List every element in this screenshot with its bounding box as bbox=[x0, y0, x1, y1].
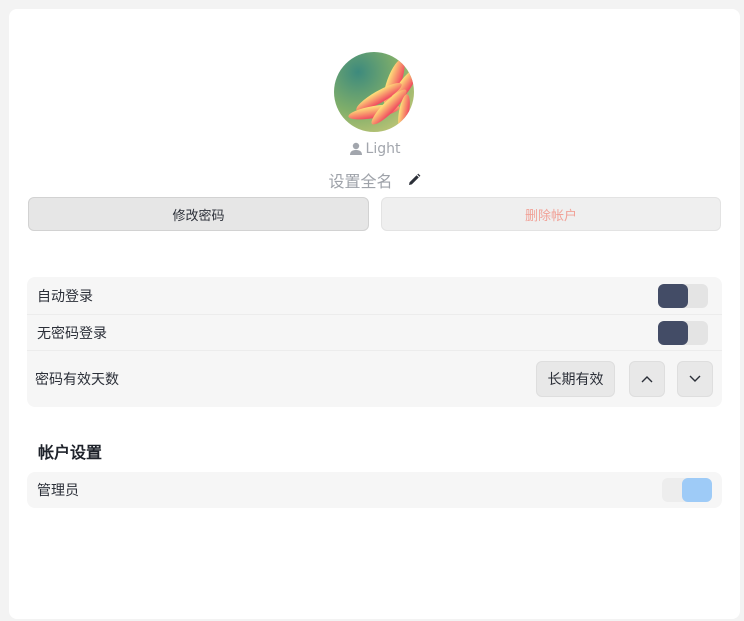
chevron-up-icon bbox=[641, 376, 653, 383]
admin-label: 管理员 bbox=[37, 483, 79, 499]
toggle-knob bbox=[682, 478, 712, 502]
account-panel: Light 设置全名 修改密码 删除帐户 自动登录 无密码登录 密码有效天数 长… bbox=[9, 9, 740, 619]
auto-login-row: 自动登录 bbox=[27, 277, 722, 314]
fullname-placeholder[interactable]: 设置全名 bbox=[328, 168, 392, 192]
passwordless-login-row: 无密码登录 bbox=[27, 314, 722, 350]
avatar[interactable] bbox=[334, 52, 414, 132]
username-row: Light bbox=[9, 138, 740, 160]
pencil-icon[interactable] bbox=[407, 173, 421, 187]
flower-avatar-image bbox=[334, 52, 414, 132]
change-password-button[interactable]: 修改密码 bbox=[28, 197, 369, 231]
toggle-knob bbox=[658, 283, 688, 308]
passwordless-login-label: 无密码登录 bbox=[37, 325, 107, 342]
password-validity-row: 密码有效天数 长期有效 bbox=[27, 350, 722, 407]
auto-login-label: 自动登录 bbox=[37, 288, 93, 305]
user-icon bbox=[349, 142, 362, 155]
passwordless-login-toggle[interactable] bbox=[658, 320, 708, 345]
admin-toggle[interactable] bbox=[662, 478, 712, 502]
account-settings-group: 管理员 bbox=[27, 472, 722, 508]
account-settings-title: 帐户设置 bbox=[38, 443, 103, 462]
increase-button[interactable] bbox=[629, 361, 665, 397]
delete-account-button[interactable]: 删除帐户 bbox=[381, 197, 721, 231]
decrease-button[interactable] bbox=[677, 361, 713, 397]
login-settings-group: 自动登录 无密码登录 密码有效天数 长期有效 bbox=[27, 277, 722, 407]
password-validity-value[interactable]: 长期有效 bbox=[536, 361, 615, 397]
password-validity-label: 密码有效天数 bbox=[35, 372, 119, 388]
admin-row: 管理员 bbox=[27, 472, 722, 508]
chevron-down-icon bbox=[689, 375, 701, 382]
fullname-row: 设置全名 bbox=[9, 167, 740, 193]
toggle-knob bbox=[658, 320, 688, 345]
auto-login-toggle[interactable] bbox=[658, 283, 708, 308]
username-label: Light bbox=[365, 141, 401, 157]
